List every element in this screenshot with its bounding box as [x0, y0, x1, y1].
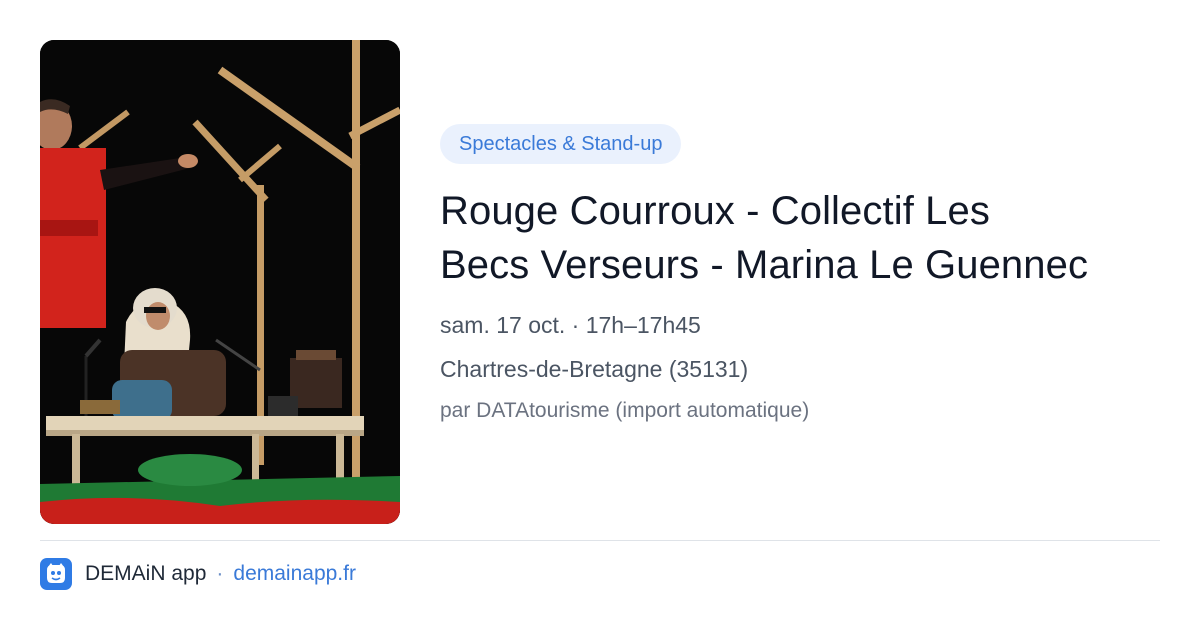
event-photo[interactable]	[40, 40, 400, 524]
footer: DEMAiN app · demainapp.fr	[40, 557, 356, 591]
event-source: par DATAtourisme (import automatique)	[440, 399, 810, 422]
event-title-line-1: Rouge Courroux - Collectif Les	[440, 189, 990, 233]
event-title-line-2: Becs Verseurs - Marina Le Guennec	[440, 243, 1089, 287]
demain-app-logo-icon	[40, 558, 72, 590]
event-info: Spectacles & Stand-up Rouge Courroux - C…	[440, 124, 1170, 426]
footer-separator: ·	[216, 562, 224, 585]
share-preview-card: Spectacles & Stand-up Rouge Courroux - C…	[0, 0, 1200, 630]
event-location: Chartres-de-Bretagne (35131)	[440, 356, 749, 382]
stage-photo-illustration	[40, 40, 400, 524]
app-name: DEMAiN app	[85, 562, 207, 585]
event-title[interactable]: Rouge Courroux - Collectif Les Becs Vers…	[440, 184, 1170, 292]
event-datetime: sam. 17 oct. · 17h–17h45	[440, 312, 701, 338]
category-badge[interactable]: Spectacles & Stand-up	[440, 124, 682, 164]
app-domain-link[interactable]: demainapp.fr	[233, 562, 356, 586]
footer-divider	[40, 540, 1160, 541]
